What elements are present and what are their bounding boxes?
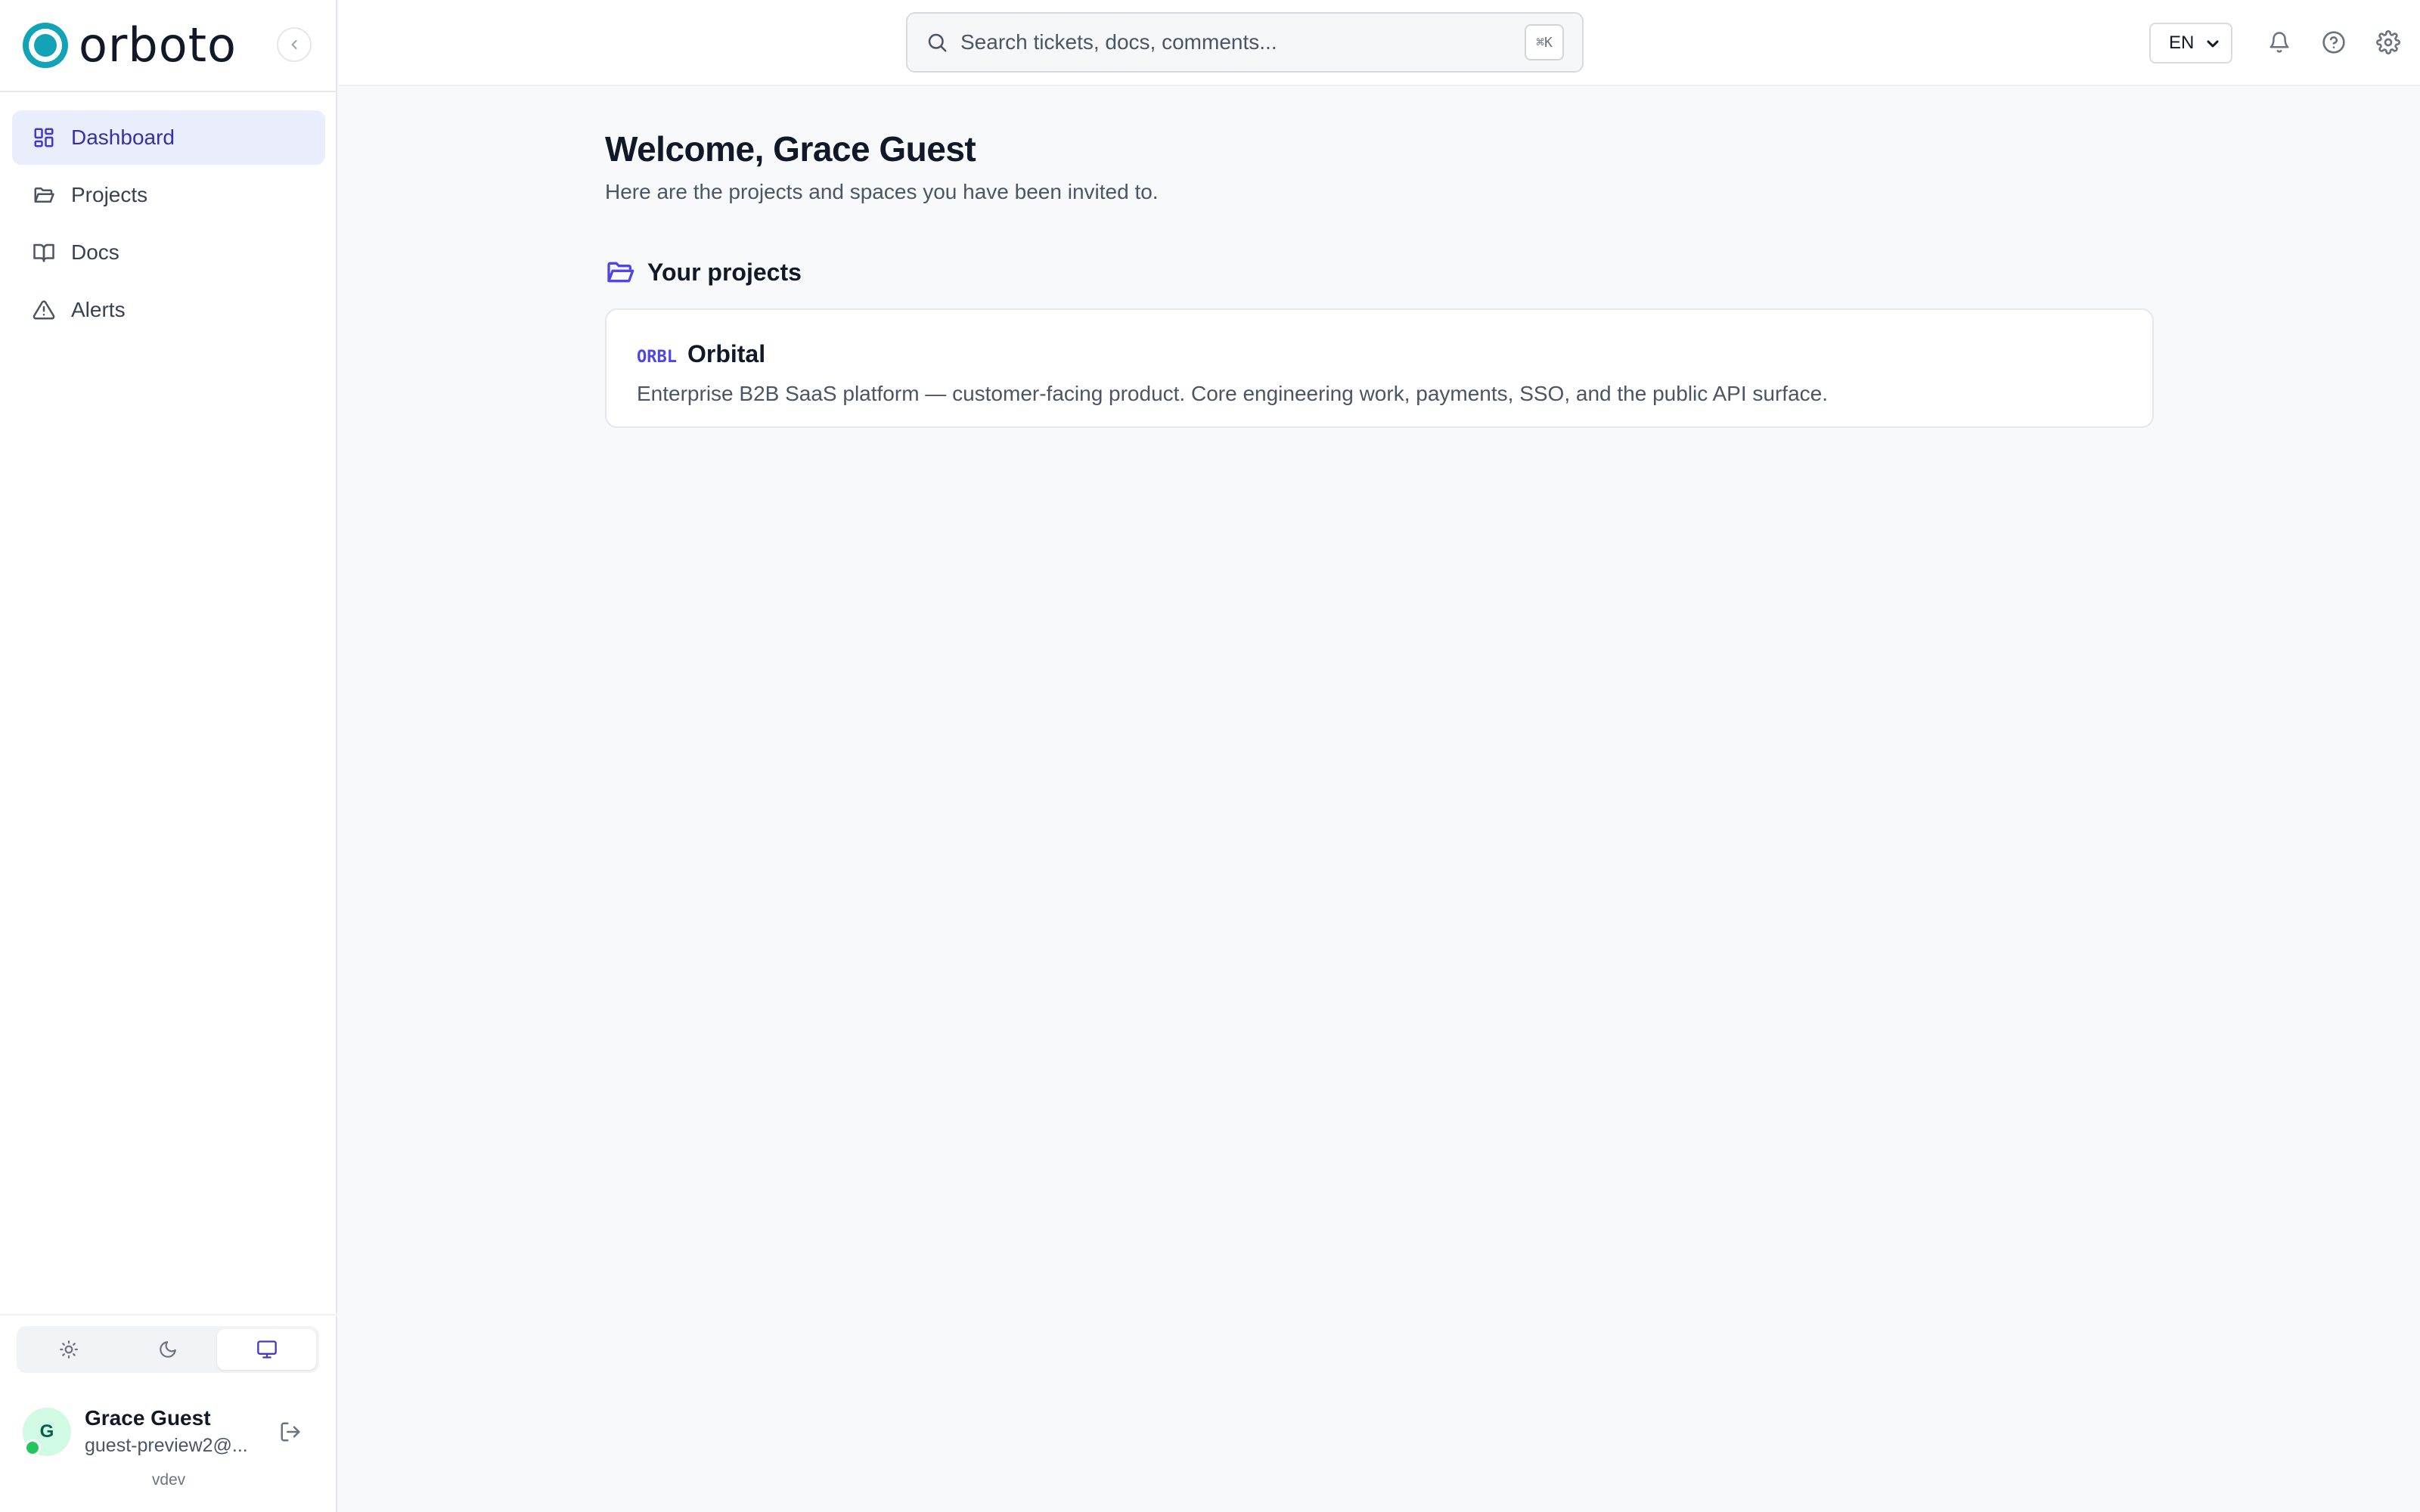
sidebar-item-label: Alerts xyxy=(71,298,126,321)
logout-icon xyxy=(281,1422,300,1442)
notifications-button[interactable] xyxy=(2264,27,2294,57)
user-email: guest-preview2@... xyxy=(85,1435,248,1456)
chevron-down-icon xyxy=(2207,40,2219,48)
help-circle-icon xyxy=(2322,31,2345,54)
search-shortcut-badge: ⌘K xyxy=(1525,24,1564,60)
sidebar-item-projects[interactable]: Projects xyxy=(12,168,325,222)
theme-light-button[interactable] xyxy=(20,1329,119,1370)
user-name: Grace Guest xyxy=(85,1406,211,1430)
sidebar-item-alerts[interactable]: Alerts xyxy=(12,283,325,337)
sidebar-item-label: Docs xyxy=(71,240,119,264)
sun-icon xyxy=(60,1340,79,1359)
orboto-logo-icon xyxy=(23,23,68,68)
user-profile[interactable]: G Grace Guest guest-preview2@... xyxy=(23,1405,318,1462)
projects-section-header: Your projects xyxy=(605,257,2155,287)
dashboard-grid-icon xyxy=(32,125,56,150)
alert-triangle-icon xyxy=(32,298,56,322)
sidebar-item-label: Dashboard xyxy=(71,125,175,149)
sidebar-nav: Dashboard Projects Docs Alerts xyxy=(12,110,325,340)
logout-button[interactable] xyxy=(275,1417,306,1447)
theme-system-button[interactable] xyxy=(217,1329,317,1370)
app-version: vdev xyxy=(151,1471,186,1489)
sidebar: orboto Dashboard Projects Docs Alerts G … xyxy=(0,0,337,1512)
project-description: Enterprise B2B SaaS platform — customer-… xyxy=(637,382,1828,405)
sidebar-item-label: Projects xyxy=(71,183,148,206)
brand-logo[interactable]: orboto xyxy=(23,21,237,70)
sidebar-item-docs[interactable]: Docs xyxy=(12,225,325,280)
folder-open-icon xyxy=(607,262,634,283)
top-bar: Search tickets, docs, comments... ⌘K EN xyxy=(339,0,2420,86)
page-title: Welcome, Grace Guest xyxy=(605,129,976,169)
theme-dark-button[interactable] xyxy=(119,1329,218,1370)
sidebar-item-dashboard[interactable]: Dashboard xyxy=(12,110,325,165)
settings-button[interactable] xyxy=(2373,27,2403,57)
chevron-left-icon xyxy=(291,39,297,50)
search-input[interactable]: Search tickets, docs, comments... ⌘K xyxy=(906,12,1584,73)
help-button[interactable] xyxy=(2319,27,2349,57)
language-value: EN xyxy=(2169,33,2195,53)
search-placeholder: Search tickets, docs, comments... xyxy=(960,30,1277,54)
page-subtitle: Here are the projects and spaces you hav… xyxy=(605,180,1159,203)
main-content: Welcome, Grace Guest Here are the projec… xyxy=(605,129,2155,428)
folder-open-icon xyxy=(32,183,56,207)
theme-switcher xyxy=(17,1326,319,1373)
book-open-icon xyxy=(32,240,56,265)
gear-icon xyxy=(2376,30,2400,54)
brand-name: orboto xyxy=(79,17,237,73)
section-title: Your projects xyxy=(647,258,802,286)
sidebar-footer-divider xyxy=(0,1314,337,1315)
online-status-dot xyxy=(24,1439,41,1456)
bell-icon xyxy=(2270,32,2289,53)
sidebar-divider xyxy=(0,91,337,92)
project-name: Orbital xyxy=(687,340,766,367)
project-card-header: ORBL Orbital xyxy=(637,340,2122,368)
monitor-icon xyxy=(256,1340,277,1359)
project-card-orbital[interactable]: ORBL Orbital Enterprise B2B SaaS platfor… xyxy=(605,308,2154,428)
project-key: ORBL xyxy=(637,348,677,367)
language-select[interactable]: EN xyxy=(2149,23,2232,64)
search-icon xyxy=(928,33,947,52)
moon-icon xyxy=(160,1341,176,1358)
collapse-sidebar-button[interactable] xyxy=(277,27,312,62)
app-root: orboto Dashboard Projects Docs Alerts G … xyxy=(0,0,2420,1512)
